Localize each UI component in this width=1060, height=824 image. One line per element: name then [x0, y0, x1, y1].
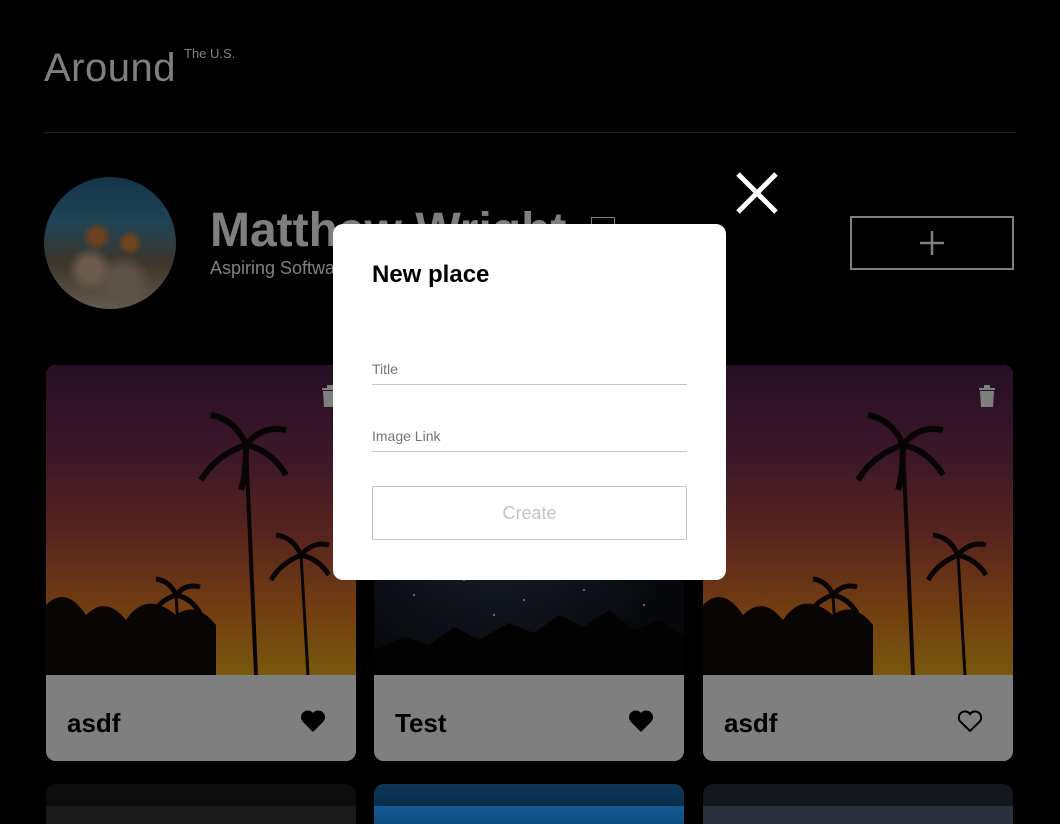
title-input[interactable]: [372, 355, 687, 385]
image-link-input[interactable]: [372, 422, 687, 452]
close-button[interactable]: [735, 171, 779, 215]
create-button[interactable]: Create: [372, 486, 687, 540]
close-icon: [736, 172, 778, 214]
new-place-modal: New place Create: [333, 224, 726, 580]
modal-title: New place: [372, 261, 490, 288]
